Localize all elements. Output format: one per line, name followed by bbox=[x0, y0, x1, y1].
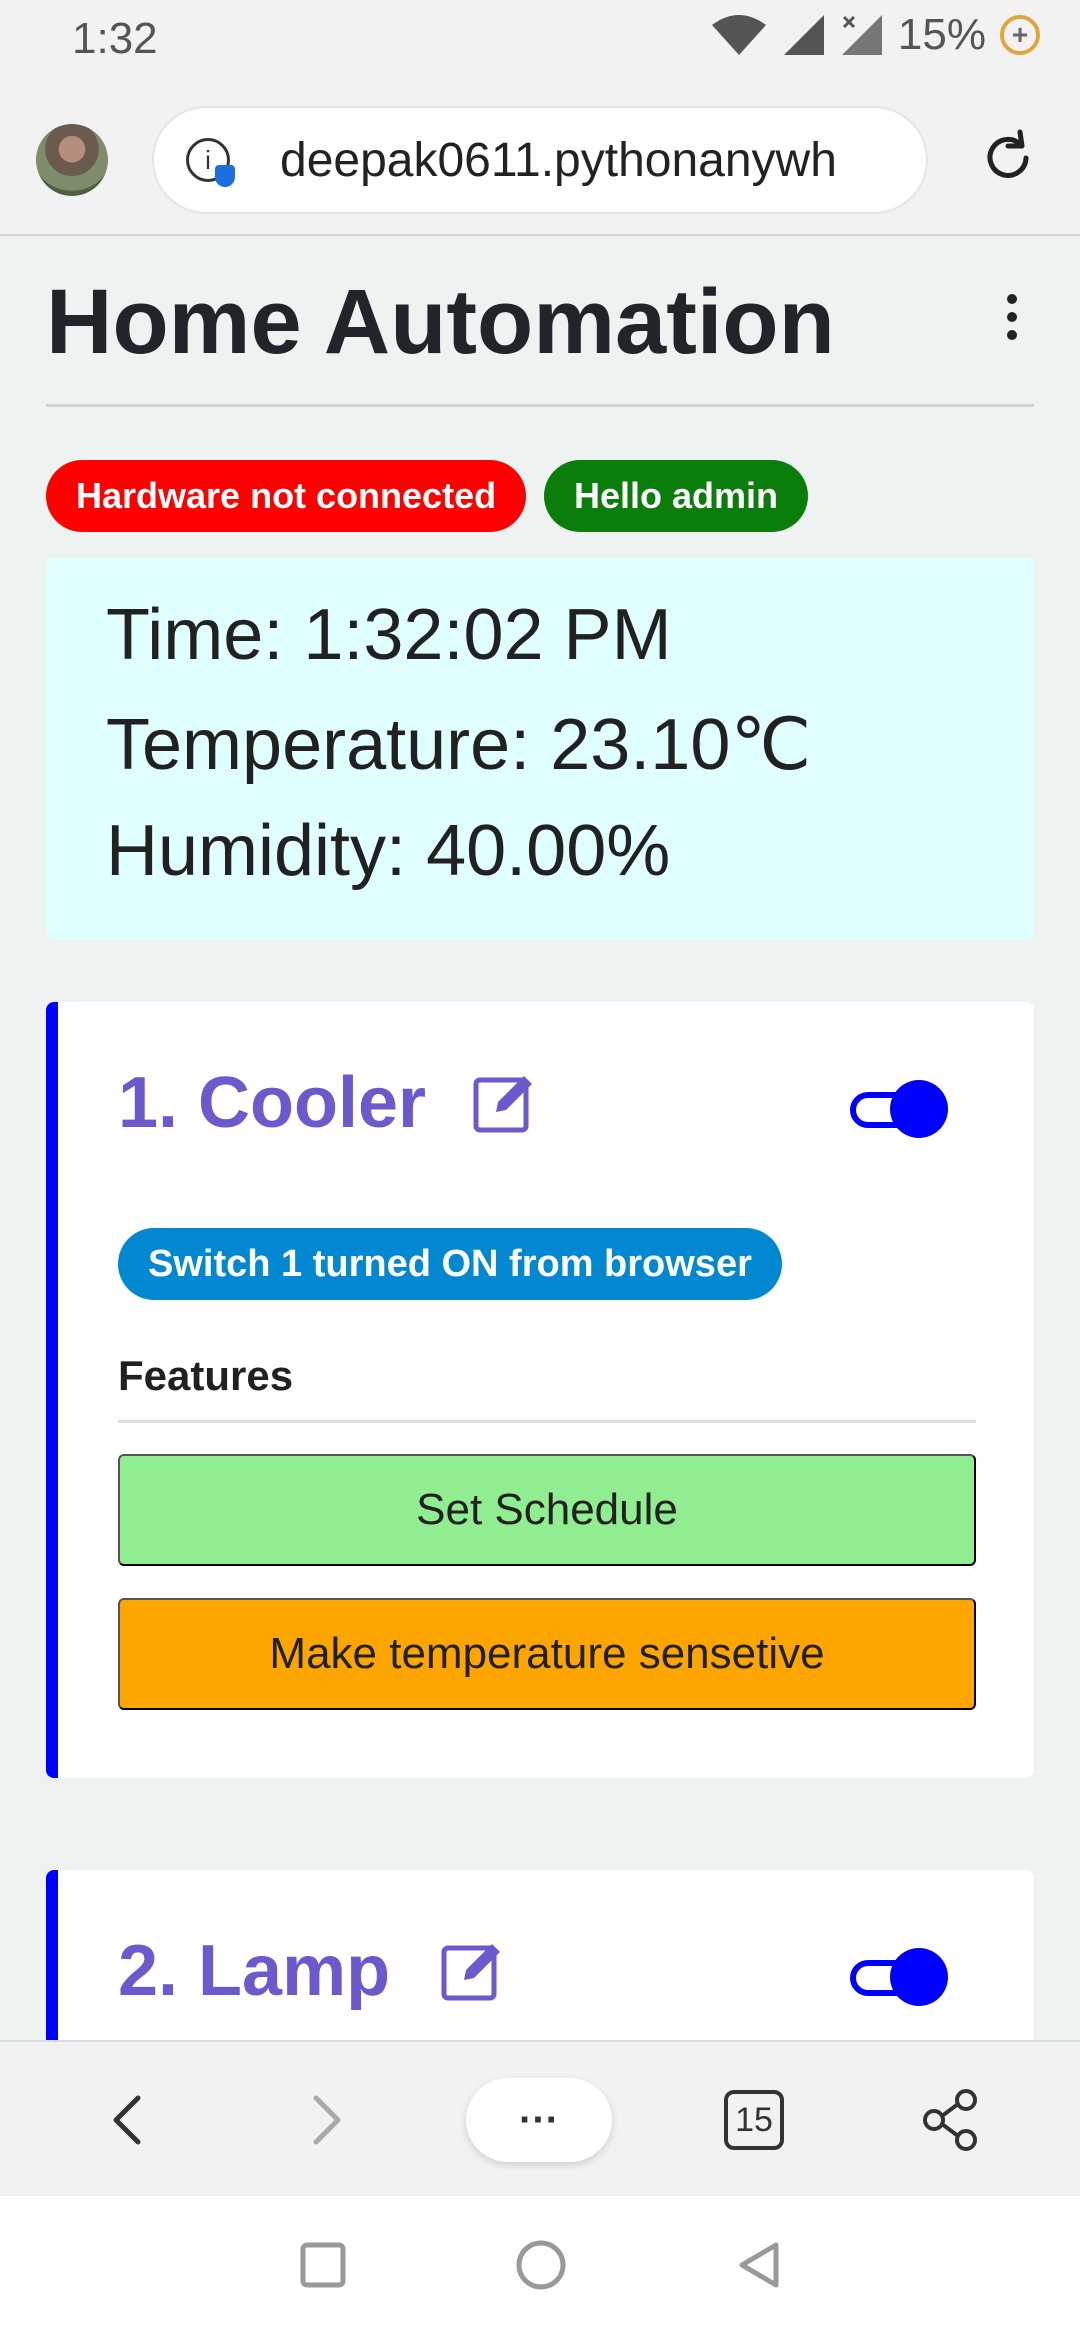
device-switch-toggle[interactable] bbox=[850, 1080, 948, 1138]
battery-saver-icon: + bbox=[1000, 15, 1040, 55]
shield-icon bbox=[215, 165, 235, 187]
features-label: Features bbox=[118, 1352, 294, 1399]
features-divider bbox=[118, 1420, 976, 1423]
page-content: Home Automation Hardware not connected H… bbox=[0, 236, 1080, 2040]
signal-no-data-icon bbox=[841, 15, 882, 55]
sensor-readings: Time: 1:32:02 PM Temperature: 23.10℃ Hum… bbox=[46, 558, 1034, 940]
hardware-status-badge: Hardware not connected bbox=[46, 460, 527, 532]
tab-switcher-button[interactable]: 15 bbox=[724, 2090, 784, 2150]
back-icon[interactable] bbox=[108, 2094, 148, 2146]
device-switch-toggle[interactable] bbox=[850, 1948, 948, 2006]
greeting-badge: Hello admin bbox=[544, 460, 809, 532]
browser-toolbar: ··· 15 bbox=[0, 2040, 1080, 2196]
toggle-knob bbox=[890, 1948, 948, 2006]
reload-icon[interactable] bbox=[976, 126, 1040, 190]
forward-icon[interactable] bbox=[306, 2094, 346, 2146]
toggle-knob bbox=[890, 1080, 948, 1138]
profile-avatar[interactable] bbox=[36, 124, 108, 196]
page-title: Home Automation bbox=[46, 271, 835, 373]
battery-percent: 15% bbox=[897, 10, 986, 59]
temperature-sensitive-button[interactable]: Make temperature sensetive bbox=[118, 1598, 976, 1710]
more-options-icon[interactable] bbox=[1000, 294, 1024, 354]
system-navigation-bar bbox=[0, 2196, 1080, 2340]
url-field[interactable]: i deepak0611.pythonanywh bbox=[152, 106, 928, 214]
more-menu-button[interactable]: ··· bbox=[466, 2078, 612, 2162]
signal-icon bbox=[783, 15, 824, 55]
set-schedule-button[interactable]: Set Schedule bbox=[118, 1454, 976, 1566]
status-bar: 1:32 15% + bbox=[0, 0, 1080, 80]
wifi-icon bbox=[711, 15, 766, 55]
device-card-lamp: 2. Lamp bbox=[46, 1870, 1034, 2040]
browser-address-bar: i deepak0611.pythonanywh bbox=[0, 80, 1080, 236]
humidity-reading: Humidity: 40.00% bbox=[106, 811, 671, 891]
share-icon[interactable] bbox=[920, 2088, 980, 2152]
edit-icon[interactable] bbox=[438, 1936, 506, 2004]
device-card-cooler: 1. Cooler Switch 1 turned ON from browse… bbox=[46, 1002, 1034, 1778]
back-nav-icon[interactable] bbox=[734, 2240, 784, 2290]
site-info-icon[interactable]: i bbox=[186, 138, 235, 187]
url-text: deepak0611.pythonanywh bbox=[280, 133, 837, 187]
device-name: 2. Lamp bbox=[118, 1931, 391, 2011]
edit-icon[interactable] bbox=[470, 1068, 538, 1136]
temperature-reading: Temperature: 23.10℃ bbox=[106, 705, 812, 785]
status-icons: 15% + bbox=[710, 10, 1040, 60]
recents-icon[interactable] bbox=[298, 2240, 348, 2290]
title-divider bbox=[46, 404, 1034, 407]
status-time: 1:32 bbox=[72, 14, 158, 63]
device-name: 1. Cooler bbox=[118, 1063, 427, 1143]
home-icon[interactable] bbox=[514, 2238, 568, 2292]
switch-status-pill: Switch 1 turned ON from browser bbox=[118, 1228, 782, 1300]
time-reading: Time: 1:32:02 PM bbox=[106, 595, 672, 675]
